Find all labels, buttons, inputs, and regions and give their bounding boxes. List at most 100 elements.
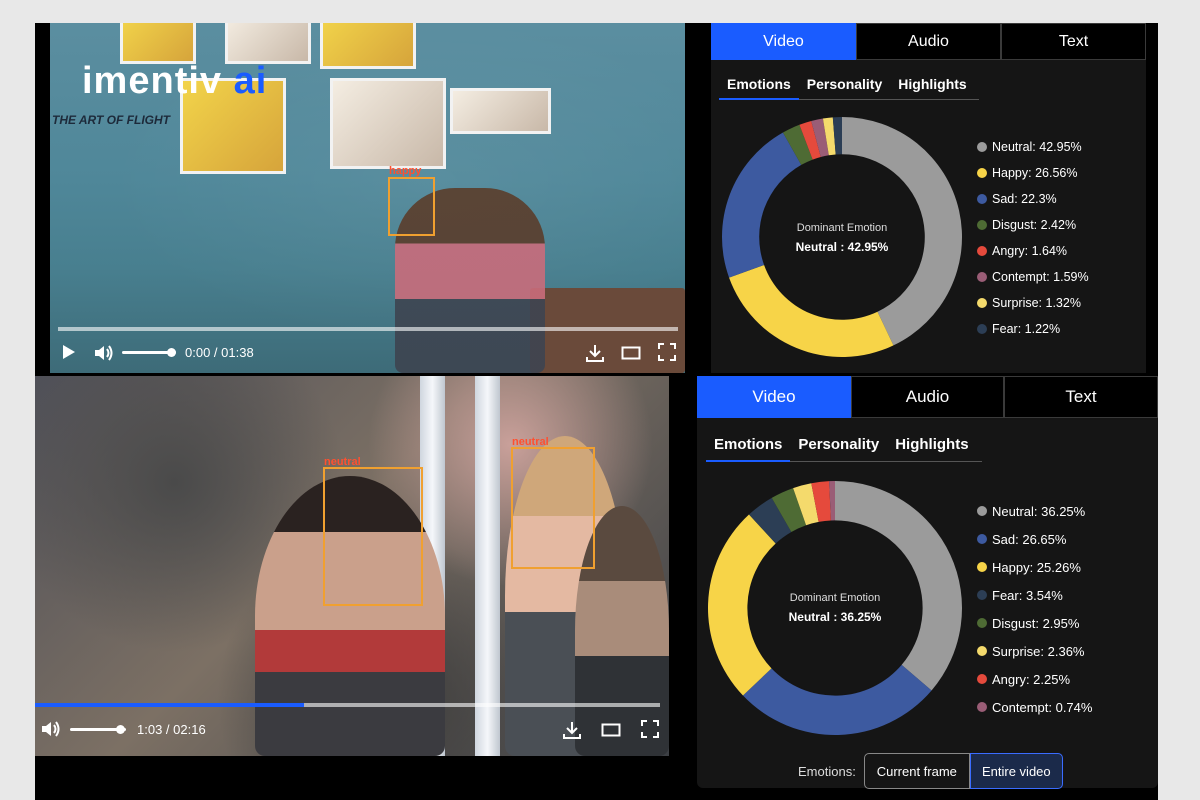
legend-swatch <box>977 534 987 544</box>
legend-item-angry[interactable]: Angry: 1.64% <box>977 238 1089 264</box>
theater-mode-icon[interactable] <box>620 343 642 363</box>
legend-swatch <box>977 272 987 282</box>
dominant-emotion-summary: Dominant Emotion Neutral : 42.95% <box>761 222 923 254</box>
wall-poster <box>330 78 446 169</box>
legend-item-happy[interactable]: Happy: 25.26% <box>977 553 1092 581</box>
wall-poster <box>450 88 551 134</box>
legend-swatch <box>977 590 987 600</box>
brand-logo: imentiv ai <box>82 60 268 102</box>
legend-item-happy[interactable]: Happy: 26.56% <box>977 160 1089 186</box>
fullscreen-icon[interactable] <box>657 342 677 362</box>
time-display: 1:03 / 02:16 <box>137 722 206 737</box>
wall-poster <box>320 23 416 69</box>
modality-tabs: Video Audio Text <box>711 23 1146 60</box>
current-frame-button[interactable]: Current frame <box>863 753 970 789</box>
legend-item-disgust[interactable]: Disgust: 2.42% <box>977 212 1089 238</box>
legend-swatch <box>977 220 987 230</box>
legend-swatch <box>977 298 987 308</box>
legend-swatch <box>977 646 987 656</box>
seek-bar[interactable] <box>35 703 660 707</box>
legend-label: Happy: 25.26% <box>992 559 1081 575</box>
legend-item-surprise[interactable]: Surprise: 2.36% <box>977 637 1092 665</box>
legend-label: Contempt: 0.74% <box>992 699 1093 715</box>
tab-audio[interactable]: Audio <box>851 376 1004 418</box>
play-icon[interactable] <box>60 342 78 362</box>
download-icon[interactable] <box>561 719 583 741</box>
dominant-emotion-value: Neutral : 42.95% <box>795 240 889 254</box>
subtab-emotions[interactable]: Emotions <box>719 69 799 100</box>
subtab-personality[interactable]: Personality <box>799 69 890 99</box>
legend-swatch <box>977 702 987 712</box>
emotion-scope-toggle: Emotions: Current frame Entire video <box>798 753 1063 789</box>
theater-mode-icon[interactable] <box>600 720 622 740</box>
legend-item-neutral[interactable]: Neutral: 42.95% <box>977 134 1089 160</box>
tab-audio[interactable]: Audio <box>856 23 1001 60</box>
tab-text[interactable]: Text <box>1001 23 1146 60</box>
volume-knob[interactable] <box>166 348 176 357</box>
seek-bar[interactable] <box>58 327 678 331</box>
emotion-legend: Neutral: 42.95% Happy: 26.56% Sad: 22.3% Di… <box>977 134 1089 342</box>
analysis-subtabs: Emotions Personality Highlights <box>706 428 982 462</box>
wall-poster <box>225 23 311 64</box>
fullscreen-icon[interactable] <box>640 719 660 739</box>
legend-label: Fear: 3.54% <box>992 587 1063 603</box>
legend-label: Fear: 1.22% <box>992 322 1061 336</box>
dominant-emotion-title: Dominant Emotion <box>796 222 888 234</box>
legend-item-sad[interactable]: Sad: 26.65% <box>977 525 1092 553</box>
legend-swatch <box>977 324 987 334</box>
legend-label: Surprise: 2.36% <box>992 643 1085 659</box>
subtab-highlights[interactable]: Highlights <box>890 69 974 99</box>
subtab-highlights[interactable]: Highlights <box>887 428 976 461</box>
dominant-emotion-summary: Dominant Emotion Neutral : 36.25% <box>752 592 918 624</box>
legend-label: Surprise: 1.32% <box>992 296 1081 310</box>
wall-poster <box>120 23 196 64</box>
legend-swatch <box>977 194 987 204</box>
time-display: 0:00 / 01:38 <box>185 345 254 360</box>
poster-text: THE ART OF FLIGHT <box>52 113 170 127</box>
legend-item-fear[interactable]: Fear: 1.22% <box>977 316 1089 342</box>
face-emotion-label: happy <box>389 165 422 177</box>
modality-tabs: Video Audio Text <box>697 376 1158 418</box>
subtab-emotions[interactable]: Emotions <box>706 428 791 462</box>
tab-video[interactable]: Video <box>697 376 851 418</box>
legend-item-fear[interactable]: Fear: 3.54% <box>977 581 1092 609</box>
legend-item-surprise[interactable]: Surprise: 1.32% <box>977 290 1089 316</box>
legend-swatch <box>977 506 987 516</box>
download-icon[interactable] <box>584 342 606 364</box>
dominant-emotion-title: Dominant Emotion <box>789 592 881 604</box>
legend-swatch <box>977 168 987 178</box>
legend-item-angry[interactable]: Angry: 2.25% <box>977 665 1092 693</box>
legend-item-contempt[interactable]: Contempt: 0.74% <box>977 693 1092 721</box>
legend-item-neutral[interactable]: Neutral: 36.25% <box>977 497 1092 525</box>
tab-video[interactable]: Video <box>711 23 856 60</box>
legend-label: Sad: 26.65% <box>992 531 1067 547</box>
analysis-subtabs: Emotions Personality Highlights <box>719 69 979 100</box>
legend-swatch <box>977 618 987 628</box>
legend-label: Disgust: 2.42% <box>992 218 1077 232</box>
glass-pole <box>475 376 500 756</box>
legend-swatch <box>977 674 987 684</box>
legend-label: Sad: 22.3% <box>992 192 1057 206</box>
legend-item-contempt[interactable]: Contempt: 1.59% <box>977 264 1089 290</box>
face-detection-box <box>323 467 423 606</box>
legend-label: Angry: 2.25% <box>992 671 1071 687</box>
volume-icon[interactable] <box>93 343 115 363</box>
legend-label: Happy: 26.56% <box>992 166 1078 180</box>
legend-item-sad[interactable]: Sad: 22.3% <box>977 186 1089 212</box>
legend-label: Neutral: 42.95% <box>992 140 1082 154</box>
toggle-label: Emotions: <box>798 763 856 779</box>
analysis-panel-1: Video Audio Text Emotions Personality Hi… <box>711 23 1146 373</box>
legend-label: Neutral: 36.25% <box>992 503 1086 519</box>
subtab-personality[interactable]: Personality <box>790 428 887 461</box>
legend-item-disgust[interactable]: Disgust: 2.95% <box>977 609 1092 637</box>
volume-icon[interactable] <box>40 719 62 739</box>
tab-text[interactable]: Text <box>1004 376 1158 418</box>
legend-swatch <box>977 142 987 152</box>
face-detection-box <box>511 447 595 569</box>
entire-video-button[interactable]: Entire video <box>969 753 1063 789</box>
analysis-panel-2: Video Audio Text Emotions Personality Hi… <box>697 376 1158 788</box>
dominant-emotion-value: Neutral : 36.25% <box>788 610 882 624</box>
face-emotion-label: neutral <box>512 436 549 448</box>
face-detection-box <box>388 177 435 236</box>
legend-swatch <box>977 246 987 256</box>
